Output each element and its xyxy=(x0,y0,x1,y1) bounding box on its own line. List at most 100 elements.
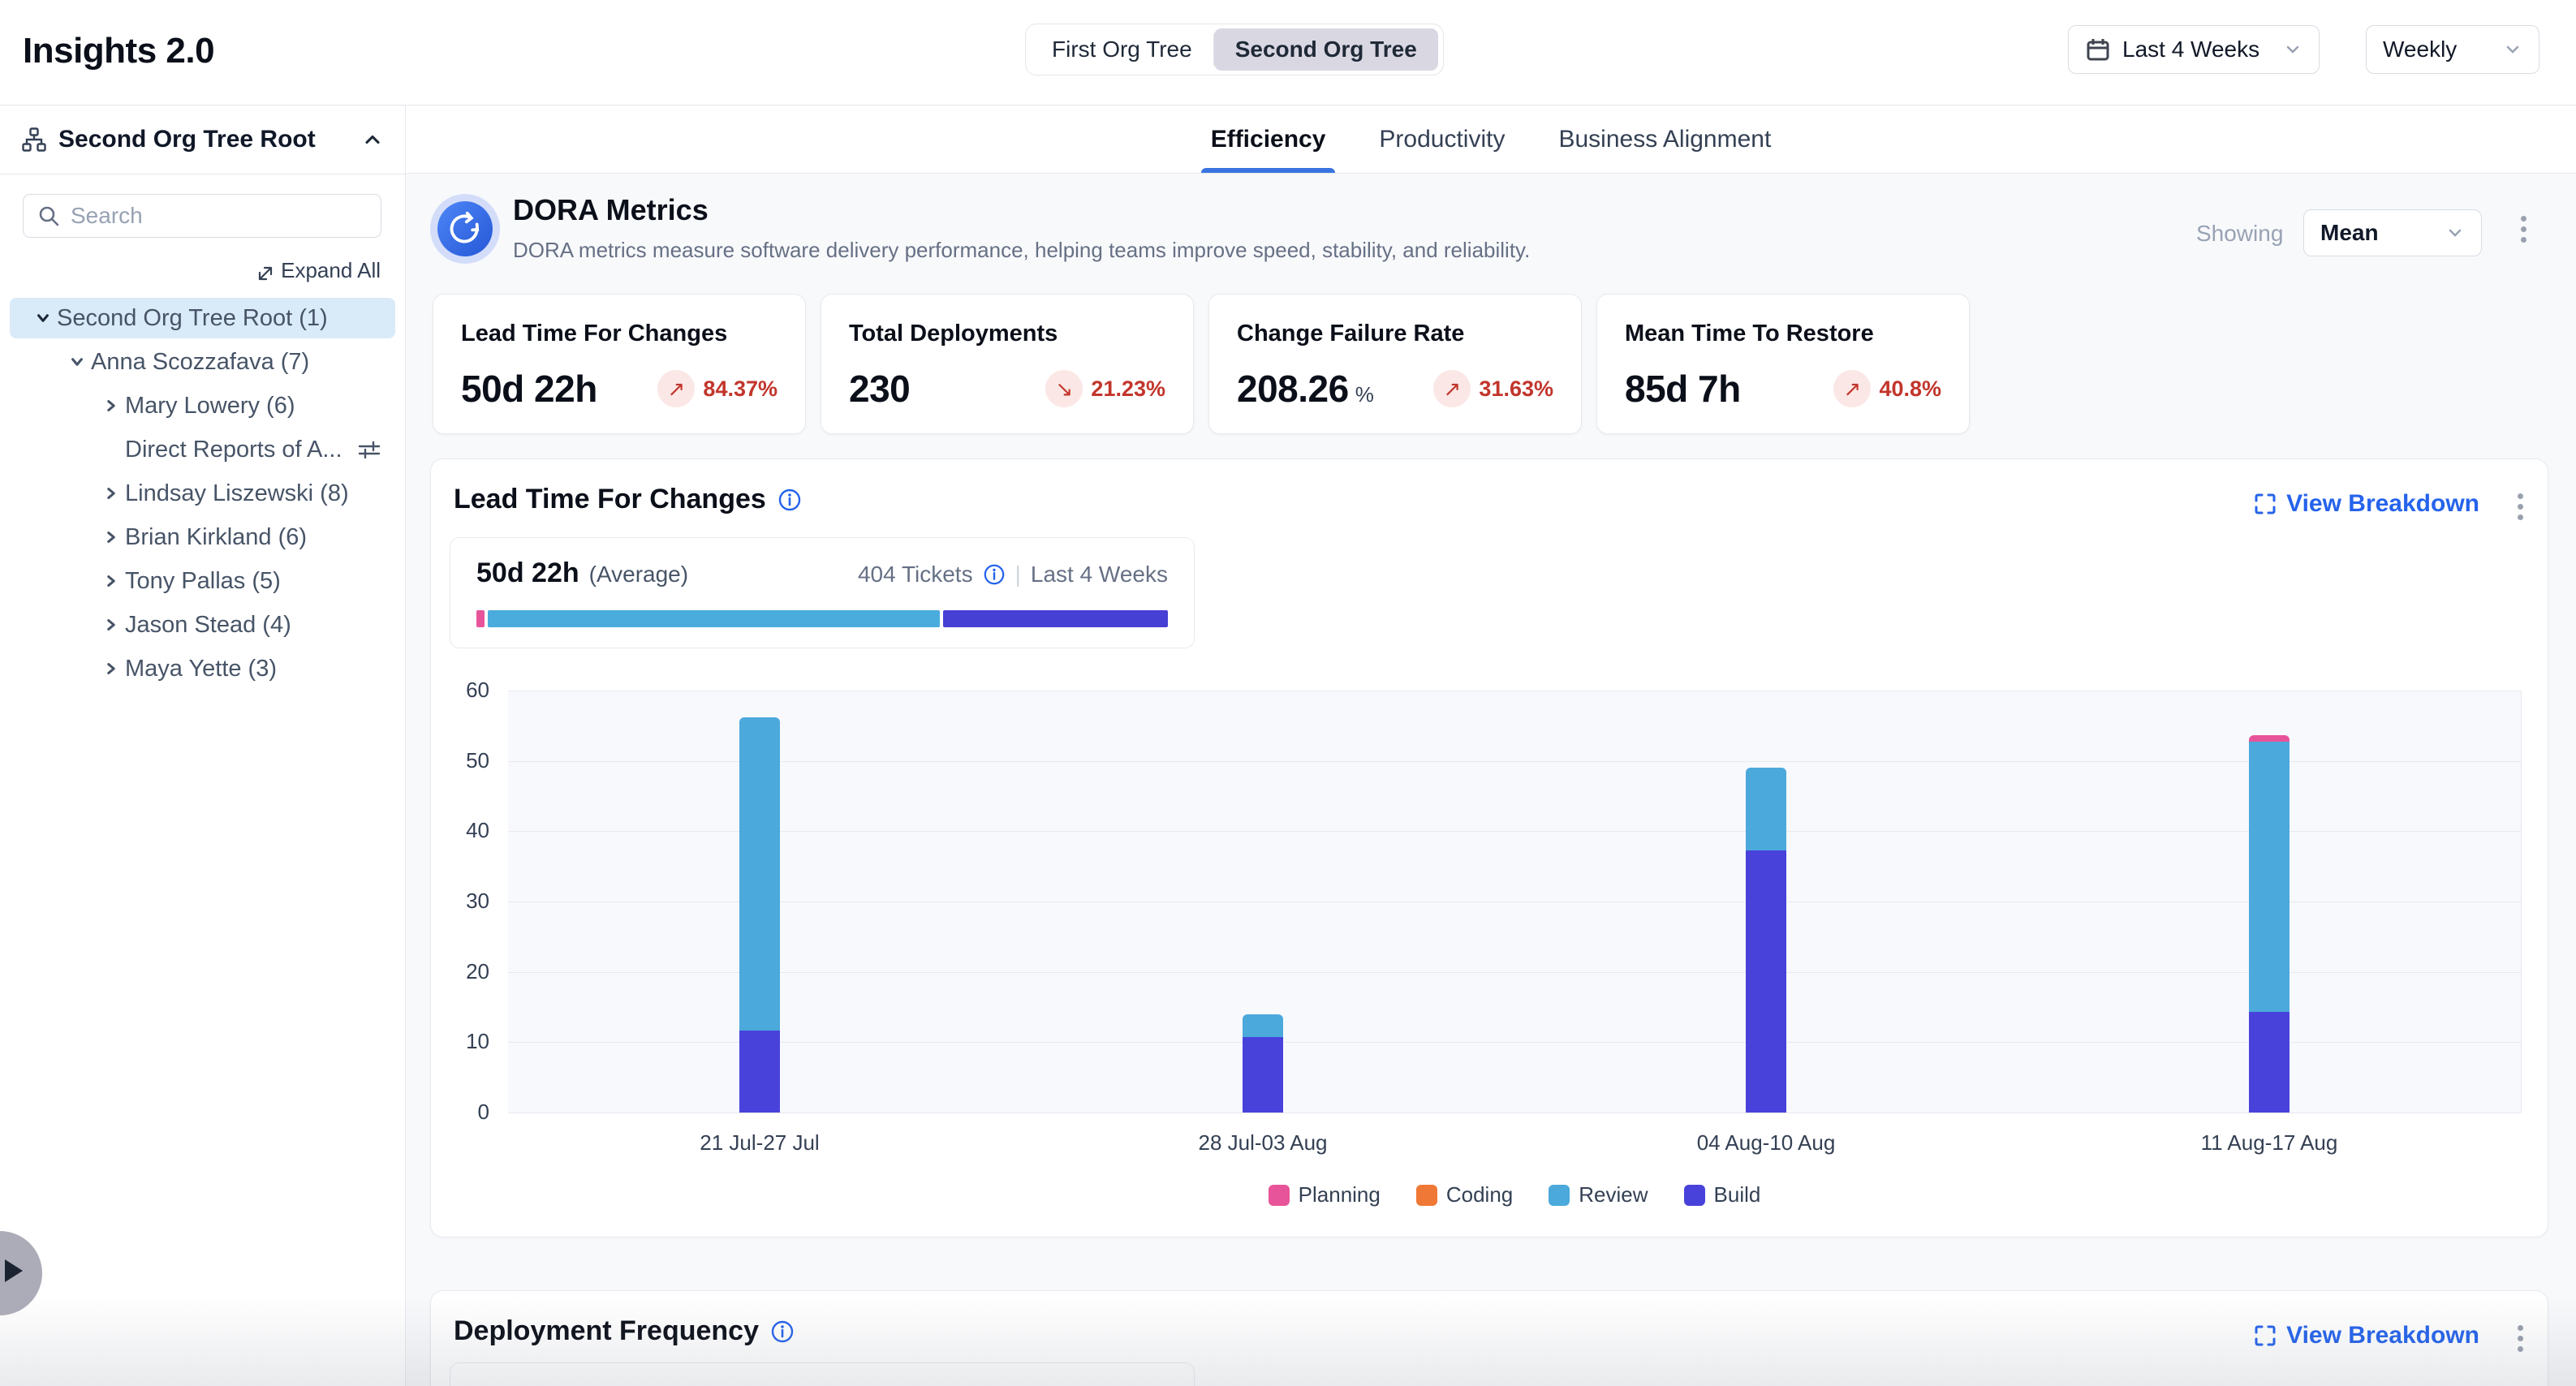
summary-value: 50d 22h xyxy=(476,557,579,589)
tree-item-maya-yette[interactable]: Maya Yette (3) xyxy=(0,647,405,691)
legend-item-build[interactable]: Build xyxy=(1684,1182,1761,1207)
stat-value: 208.26 xyxy=(1237,368,1349,410)
tree-item-label: Brian Kirkland (6) xyxy=(125,524,307,551)
x-axis-label: 28 Jul-03 Aug xyxy=(1125,1130,1401,1156)
y-axis-tick: 20 xyxy=(431,959,489,984)
org-tree: Second Org Tree Root (1) Anna Scozzafava… xyxy=(0,296,405,691)
view-breakdown-link[interactable]: View Breakdown xyxy=(2254,490,2479,518)
org-tree-toggle: First Org Tree Second Org Tree xyxy=(1025,24,1444,75)
aggregation-value: Mean xyxy=(2320,220,2379,246)
sidebar-header: Second Org Tree Root xyxy=(0,105,405,174)
bar-segment-review xyxy=(2249,742,2290,1012)
tree-item-anna-scozzafava[interactable]: Anna Scozzafava (7) xyxy=(0,340,405,384)
legend-item-review[interactable]: Review xyxy=(1549,1182,1648,1207)
tree-item-label: Anna Scozzafava (7) xyxy=(91,349,309,376)
section-menu-kebab[interactable] xyxy=(2518,1325,2523,1352)
chevron-down-icon xyxy=(2283,40,2302,59)
expand-all-button[interactable]: Expand All xyxy=(253,258,381,283)
stat-title: Mean Time To Restore xyxy=(1625,321,1941,347)
tickets-count: 404 Tickets xyxy=(858,562,973,588)
dora-stat-cards: Lead Time For Changes 50d 22h ↗ 84.37% T… xyxy=(433,294,1970,434)
phase-distribution-bar xyxy=(476,610,1168,627)
y-axis-tick: 10 xyxy=(431,1029,489,1054)
chevron-right-icon[interactable] xyxy=(97,658,125,679)
tree-item-brian-kirkland[interactable]: Brian Kirkland (6) xyxy=(0,515,405,559)
y-axis-tick: 30 xyxy=(431,889,489,914)
legend-item-coding[interactable]: Coding xyxy=(1416,1182,1513,1207)
chevron-down-icon[interactable] xyxy=(63,351,91,372)
expand-all-label: Expand All xyxy=(281,258,381,283)
info-icon[interactable] xyxy=(983,563,1006,586)
trend-up-icon: ↗ xyxy=(657,370,695,407)
legend-label: Build xyxy=(1714,1182,1761,1207)
dora-menu-kebab[interactable] xyxy=(2521,216,2526,243)
bar-segment-review xyxy=(1746,768,1786,850)
stat-value: 50d 22h xyxy=(461,368,597,410)
play-arrow-icon xyxy=(5,1259,23,1282)
stacked-bar-21 Jul-27 Jul[interactable] xyxy=(739,717,780,1113)
date-range-select[interactable]: Last 4 Weeks xyxy=(2068,25,2320,74)
tab-productivity[interactable]: Productivity xyxy=(1379,105,1505,174)
stat-card-change-failure-rate[interactable]: Change Failure Rate 208.26% ↗ 31.63% xyxy=(1208,294,1582,434)
stacked-bar-04 Aug-10 Aug[interactable] xyxy=(1746,768,1786,1113)
tree-item-mary-lowery[interactable]: Mary Lowery (6) xyxy=(0,384,405,428)
section-title: Deployment Frequency xyxy=(454,1315,759,1347)
stat-title: Lead Time For Changes xyxy=(461,321,778,347)
tree-item-lindsay-liszewski[interactable]: Lindsay Liszewski (8) xyxy=(0,471,405,515)
lead-time-stacked-bar-chart: 010203040506021 Jul-27 Jul28 Jul-03 Aug0… xyxy=(431,691,2549,1238)
stat-card-total-deployments[interactable]: Total Deployments 230 ↘ 21.23% xyxy=(821,294,1194,434)
toggle-first-org-tree[interactable]: First Org Tree xyxy=(1031,28,1213,71)
stat-delta: ↗ 84.37% xyxy=(657,370,778,407)
granularity-select[interactable]: Weekly xyxy=(2366,25,2539,74)
view-breakdown-link[interactable]: View Breakdown xyxy=(2254,1322,2479,1349)
org-chart-icon xyxy=(21,127,47,153)
y-axis-tick: 50 xyxy=(431,748,489,773)
chevron-right-icon[interactable] xyxy=(97,527,125,548)
stat-value: 230 xyxy=(849,368,910,410)
insights-dashboard: Insights 2.0 First Org Tree Second Org T… xyxy=(0,0,2576,1386)
calendar-icon xyxy=(2085,37,2111,62)
chevron-right-icon[interactable] xyxy=(97,614,125,635)
chevron-right-icon[interactable] xyxy=(97,395,125,416)
stacked-bar-28 Jul-03 Aug[interactable] xyxy=(1243,1014,1283,1113)
legend-swatch xyxy=(1549,1185,1570,1206)
stat-card-mean-time-to-restore[interactable]: Mean Time To Restore 85d 7h ↗ 40.8% xyxy=(1596,294,1970,434)
info-icon[interactable] xyxy=(770,1319,795,1344)
phase-segment-review xyxy=(488,610,940,627)
sidebar-search[interactable] xyxy=(23,194,381,238)
stat-title: Total Deployments xyxy=(849,321,1165,347)
x-axis-label: 04 Aug-10 Aug xyxy=(1628,1130,1904,1156)
stat-card-lead-time[interactable]: Lead Time For Changes 50d 22h ↗ 84.37% xyxy=(433,294,806,434)
divider: | xyxy=(1015,562,1021,588)
legend-label: Planning xyxy=(1299,1182,1381,1207)
showing-label: Showing xyxy=(2196,221,2283,247)
stat-delta: ↘ 21.23% xyxy=(1045,370,1165,407)
filter-settings-icon[interactable] xyxy=(357,437,381,462)
chevron-down-icon[interactable] xyxy=(29,308,57,329)
tree-item-jason-stead[interactable]: Jason Stead (4) xyxy=(0,603,405,647)
search-input[interactable] xyxy=(71,203,368,229)
info-icon[interactable] xyxy=(778,488,802,512)
aggregation-select[interactable]: Mean xyxy=(2303,209,2482,256)
chevron-right-icon[interactable] xyxy=(97,483,125,504)
tree-item-tony-pallas[interactable]: Tony Pallas (5) xyxy=(0,559,405,603)
section-menu-kebab[interactable] xyxy=(2518,493,2523,520)
collapse-sidebar-icon[interactable] xyxy=(361,128,384,151)
tree-item-label: Mary Lowery (6) xyxy=(125,393,295,420)
bar-segment-review xyxy=(739,717,780,1031)
chevron-right-icon[interactable] xyxy=(97,570,125,592)
tab-efficiency[interactable]: Efficiency xyxy=(1211,105,1326,174)
delta-value: 84.37% xyxy=(703,377,778,402)
legend-swatch xyxy=(1684,1185,1705,1206)
stat-delta: ↗ 31.63% xyxy=(1433,370,1553,407)
dora-section-subtitle: DORA metrics measure software delivery p… xyxy=(513,238,1530,263)
tab-business-alignment[interactable]: Business Alignment xyxy=(1558,105,1771,174)
y-axis-tick: 0 xyxy=(431,1100,489,1125)
tree-item-direct-reports[interactable]: Direct Reports of A... xyxy=(0,428,405,471)
toggle-second-org-tree[interactable]: Second Org Tree xyxy=(1214,28,1438,71)
org-tree-sidebar: Second Org Tree Root Expand All Second O… xyxy=(0,105,406,1386)
stacked-bar-11 Aug-17 Aug[interactable] xyxy=(2249,735,2290,1113)
legend-item-planning[interactable]: Planning xyxy=(1269,1182,1381,1207)
tree-item-second-org-tree-root[interactable]: Second Org Tree Root (1) xyxy=(0,296,405,340)
chevron-down-icon xyxy=(2503,40,2522,59)
